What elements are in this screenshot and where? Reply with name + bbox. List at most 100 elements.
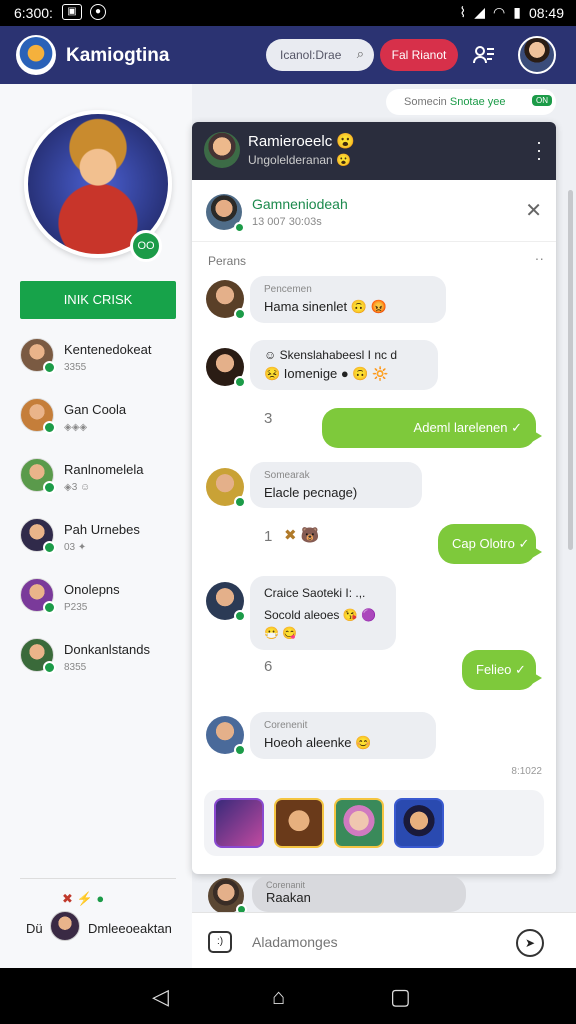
profile-avatar[interactable] xyxy=(518,36,556,74)
status-icons: ✖ ⚡ ● xyxy=(62,891,105,906)
recents-icon[interactable]: ▢ xyxy=(390,984,411,1010)
online-dot xyxy=(43,601,56,614)
friend-sub: ◈◈◈ xyxy=(64,422,88,433)
primary-green-button[interactable]: INIK CRISK xyxy=(20,281,176,319)
chip-text: Somecin xyxy=(404,96,450,108)
section-label: Perans xyxy=(208,254,247,268)
friend-sub: 3355 xyxy=(64,362,87,373)
friend-sub: ◈3 ☺ xyxy=(64,482,91,493)
message-avatar[interactable] xyxy=(206,348,246,388)
current-user-avatar[interactable] xyxy=(50,911,80,941)
current-user-block: ✖ ⚡ ● Dü Dmleeoeaktan xyxy=(20,878,176,941)
action-button[interactable]: Fal Rianot xyxy=(380,39,458,71)
chat-panel: Ramieroeelc 😮 Ungolelderanan 😮 · · · Gamne… xyxy=(192,122,556,874)
message-avatar[interactable] xyxy=(206,716,246,756)
message-text: Elacle pecnage) xyxy=(264,485,358,500)
friend-name: Ranlnomelela xyxy=(64,462,144,477)
chip-highlight: Snotae yee xyxy=(449,96,506,108)
current-user-name: Dmleeoeaktan xyxy=(88,921,172,936)
friend-item[interactable]: Kentenedokeat 3355 xyxy=(20,334,186,394)
side-emojis: ✖ 🐻 xyxy=(284,527,320,544)
user-label: Dü xyxy=(26,921,43,936)
friend-avatar xyxy=(20,458,56,494)
app-title: Kamiogtina xyxy=(66,45,170,66)
search-icon[interactable]: ⌕ xyxy=(357,46,364,62)
message-bubble[interactable]: Corenenit Hoeoh aleenke 😊 xyxy=(250,712,436,759)
online-dot xyxy=(234,744,246,756)
status-clock: 08:49 xyxy=(528,4,564,21)
outgoing-message[interactable]: Felieo ✓ xyxy=(462,650,542,690)
message-timestamp: 8:1022 xyxy=(511,766,542,777)
friend-avatar xyxy=(20,338,56,374)
friend-avatar xyxy=(20,578,56,614)
sub-name: Gamneniodeah xyxy=(252,196,348,212)
friend-item[interactable]: Donkanlstands 8355 xyxy=(20,634,186,694)
status-right: ⌇ ◢ ◠ ▮ 08:49 xyxy=(459,4,564,21)
message-sender: Pencemen xyxy=(264,284,312,295)
message-sender: Corenenit xyxy=(264,720,308,731)
message-text: Raakan xyxy=(266,890,311,905)
online-status-chip[interactable]: Somecin Snotae yee ON xyxy=(386,89,556,115)
message-bubble[interactable]: Corenanit Raakan xyxy=(252,876,466,912)
chat-header-avatar[interactable] xyxy=(204,132,240,168)
search-input[interactable]: Icanol:Drae ⌕ xyxy=(266,39,374,71)
back-icon[interactable]: ◁ xyxy=(152,984,169,1010)
wifi-icon: ◠ xyxy=(493,4,506,20)
friends-list: Kentenedokeat 3355 Gan Coola ◈◈◈ Ranlnom… xyxy=(20,334,186,694)
game-thumbnail[interactable] xyxy=(214,798,264,848)
message-avatar[interactable] xyxy=(206,582,246,622)
friend-item[interactable]: Onolepns P235 xyxy=(20,574,186,634)
more-vert-icon[interactable]: · · · xyxy=(536,133,542,167)
message-text: 😣 Iomenige ● 🙃 🔆 xyxy=(264,366,389,381)
friend-item[interactable]: Ranlnomelela ◈3 ☺ xyxy=(20,454,186,514)
scrollbar[interactable] xyxy=(568,190,573,550)
message-text: Hoeoh aleenke 😊 xyxy=(264,735,372,750)
game-thumbnail[interactable] xyxy=(274,798,324,848)
friend-sub: P235 xyxy=(64,602,88,613)
friend-name: Onolepns xyxy=(64,582,120,597)
sticker-icon[interactable]: :) xyxy=(208,931,232,953)
message-bubble[interactable]: ☺ Skenslahabeesl I nc d 😣 Iomenige ● 🙃 🔆 xyxy=(250,340,438,390)
friend-item[interactable]: Pah Urnebes 03 ✦ xyxy=(20,514,186,574)
message-sender: Somearak xyxy=(264,470,310,481)
left-sidebar: ОО INIK CRISK Kentenedokeat 3355 Gan Coo… xyxy=(0,84,192,968)
message-sender: ☺ Skenslahabeesl I nc d xyxy=(264,348,397,362)
hero-status-badge: ОО xyxy=(130,230,162,262)
status-bar: 6:300: ▣ ● ⌇ ◢ ◠ ▮ 08:49 xyxy=(0,0,576,26)
message-bubble[interactable]: Somearak Elacle pecnage) xyxy=(250,462,422,508)
message-avatar[interactable] xyxy=(206,468,246,508)
online-dot xyxy=(234,610,246,622)
chip-tag: ON xyxy=(532,95,552,106)
app-logo[interactable] xyxy=(16,35,56,75)
message-input[interactable] xyxy=(242,925,500,959)
search-placeholder: Icanol:Drae xyxy=(280,48,342,62)
status-time: 6:300: xyxy=(14,5,53,21)
friend-name: Pah Urnebes xyxy=(64,522,140,537)
close-icon[interactable]: ✕ xyxy=(525,198,542,223)
outgoing-message[interactable]: Ademl larelenen ✓ xyxy=(322,408,542,448)
chat-header-name: Ramieroeelc 😮 xyxy=(248,133,356,150)
friend-sub: 03 ✦ xyxy=(64,542,87,553)
friend-item[interactable]: Gan Coola ◈◈◈ xyxy=(20,394,186,454)
game-thumbnail[interactable] xyxy=(334,798,384,848)
send-icon[interactable]: ➤ xyxy=(516,929,544,957)
chat-header-status: Ungolelderanan 😮 xyxy=(248,153,352,167)
side-count: 3 xyxy=(264,410,273,427)
friend-avatar xyxy=(20,518,56,554)
online-dot xyxy=(234,308,246,320)
friend-avatar xyxy=(20,398,56,434)
system-nav-bar: ◁ ⌂ ▢ xyxy=(0,968,576,1024)
message-bubble[interactable]: Craice Saoteki I: .,. Socold aleoes 😘 🟣 … xyxy=(250,576,396,650)
contacts-icon[interactable] xyxy=(472,43,496,67)
outgoing-message[interactable]: Cap Olotro ✓ xyxy=(438,524,542,564)
home-icon[interactable]: ⌂ xyxy=(272,984,285,1010)
message-text: Hama sinenlet 🙃 😡 xyxy=(264,299,387,314)
more-horiz-icon[interactable]: ·· xyxy=(535,250,544,266)
media-thumbnails xyxy=(204,790,544,856)
online-dot xyxy=(43,361,56,374)
friend-avatar xyxy=(20,638,56,674)
message-avatar[interactable] xyxy=(206,280,246,320)
game-thumbnail[interactable] xyxy=(394,798,444,848)
online-dot xyxy=(43,481,56,494)
message-bubble[interactable]: Pencemen Hama sinenlet 🙃 😡 xyxy=(250,276,446,323)
